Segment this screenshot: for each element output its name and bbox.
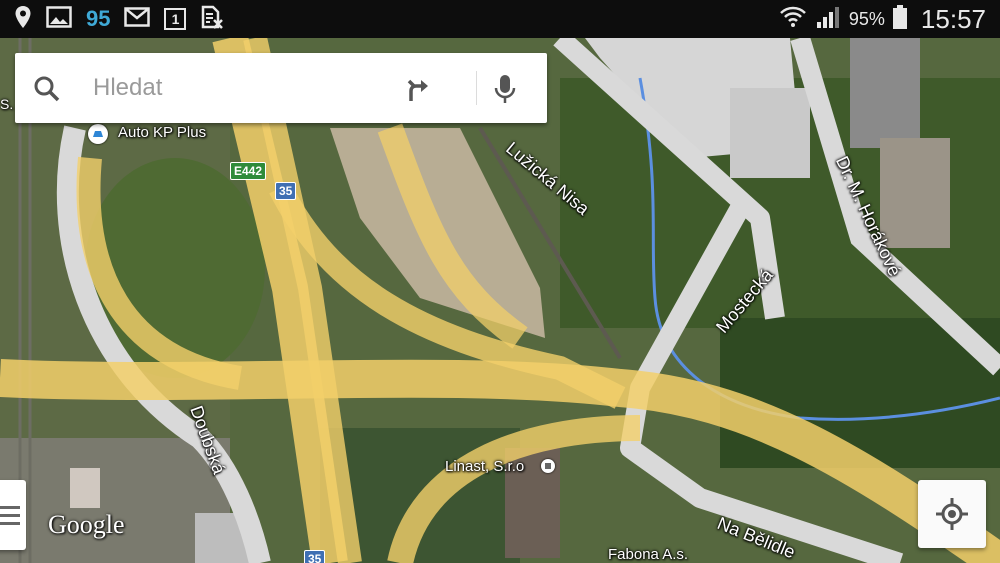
location-icon [14, 5, 32, 34]
road-shield-35-bottom: 35 [304, 550, 326, 563]
gmail-icon [124, 6, 151, 32]
search-bar[interactable] [15, 53, 547, 123]
menu-button[interactable] [0, 480, 26, 550]
signal-icon [815, 5, 841, 34]
place-label-linast[interactable]: Linast, S.r.o [445, 458, 524, 475]
linast-marker-icon[interactable] [541, 459, 555, 473]
battery-percent: 95% [848, 8, 885, 29]
auto-kp-marker-icon[interactable] [88, 124, 108, 144]
building-east-2 [880, 138, 950, 248]
place-label-fabona[interactable]: Fabona A.s. [608, 546, 688, 563]
notification-count: 95 [86, 6, 111, 31]
search-icon[interactable] [33, 75, 61, 108]
building-small [70, 468, 100, 508]
directions-icon[interactable] [405, 75, 433, 108]
calendar-icon: 1 [164, 8, 187, 30]
building-east [850, 38, 920, 148]
calendar-day: 1 [171, 11, 180, 27]
no-sim-icon [200, 5, 224, 34]
gallery-icon [46, 5, 72, 33]
my-location-icon[interactable] [935, 497, 969, 536]
building-roof [730, 88, 810, 178]
menu-icon[interactable] [0, 504, 20, 531]
search-bar-divider [476, 71, 477, 105]
place-label-auto-kp[interactable]: Auto KP Plus [118, 124, 206, 141]
my-location-button[interactable] [918, 480, 986, 548]
road-shield-35-top: 35 [275, 182, 297, 200]
clock: 15:57 [920, 3, 986, 34]
wifi-icon [779, 6, 807, 33]
road-shield-e442: E442 [230, 162, 267, 180]
microphone-icon[interactable] [493, 73, 517, 110]
street-label-left-edge: S. [0, 96, 14, 112]
search-input[interactable] [93, 73, 393, 103]
battery-icon [892, 4, 907, 34]
google-logo: Google [48, 510, 125, 539]
status-bar: 95 1 95% 15:57 [0, 0, 1000, 38]
